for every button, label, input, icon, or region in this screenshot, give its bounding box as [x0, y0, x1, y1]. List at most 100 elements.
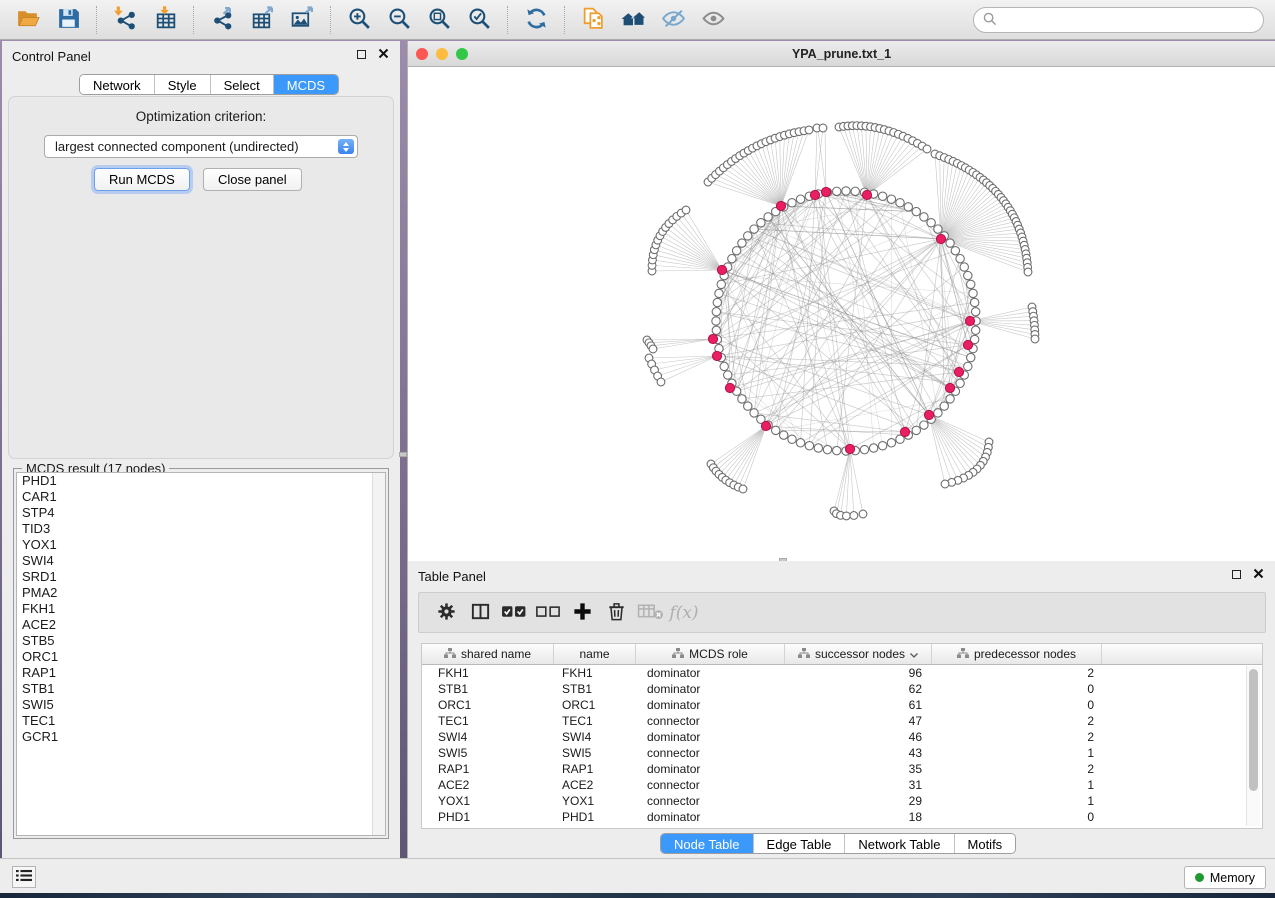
mcds-result-item[interactable]: GCR1 — [17, 729, 385, 745]
delete-table-button[interactable] — [633, 597, 667, 629]
tab-select[interactable]: Select — [210, 75, 273, 95]
delete-columns-button[interactable] — [599, 597, 633, 629]
tab-network[interactable]: Network — [80, 75, 154, 95]
hide-selected-button[interactable] — [657, 4, 689, 36]
task-history-button[interactable] — [12, 866, 36, 888]
open-session-button[interactable] — [12, 4, 44, 36]
table-row-SWI4[interactable]: SWI4SWI4dominator462 — [422, 729, 1262, 745]
import-network-button[interactable] — [109, 4, 141, 36]
function-builder-button[interactable]: f(x) — [667, 597, 701, 629]
table-row-YOX1[interactable]: YOX1YOX1connector291 — [422, 793, 1262, 809]
mcds-result-item[interactable]: YOX1 — [17, 537, 385, 553]
toolbar-separator — [507, 6, 508, 34]
select-all-rows-button[interactable] — [497, 597, 531, 629]
mcds-result-item[interactable]: CAR1 — [17, 489, 385, 505]
mcds-result-item[interactable]: PHD1 — [17, 473, 385, 489]
table-panel: Table Panel f(x) shared namenameMCDS rol… — [407, 561, 1275, 858]
shared-column-icon — [957, 647, 969, 661]
criterion-dropdown[interactable]: largest connected component (undirected) — [44, 135, 358, 158]
table-row-RAP1[interactable]: RAP1RAP1dominator352 — [422, 761, 1262, 777]
show-all-button[interactable] — [697, 4, 729, 36]
search-input[interactable] — [1003, 13, 1263, 28]
mcds-result-item[interactable]: STP4 — [17, 505, 385, 521]
show-columns-button[interactable] — [463, 597, 497, 629]
memory-button[interactable]: Memory — [1184, 866, 1266, 889]
table-row-SWI5[interactable]: SWI5SWI5connector431 — [422, 745, 1262, 761]
control-panel-tabbar: NetworkStyleSelectMCDS — [79, 74, 339, 95]
tab-style[interactable]: Style — [154, 75, 210, 95]
mcds-result-item[interactable]: RAP1 — [17, 665, 385, 681]
export-table-button[interactable] — [246, 4, 278, 36]
close-table-panel-button[interactable] — [1251, 567, 1265, 581]
network-canvas[interactable] — [408, 67, 1275, 561]
float-table-panel-button[interactable] — [1229, 567, 1243, 581]
refresh-button[interactable] — [520, 4, 552, 36]
tab-motifs[interactable]: Motifs — [954, 834, 1016, 854]
duplicate-network-icon — [581, 6, 606, 34]
mcds-result-item[interactable]: ORC1 — [17, 649, 385, 665]
dropdown-stepper-icon — [338, 139, 354, 154]
column-header-shared-name[interactable]: shared name — [422, 644, 554, 664]
close-mcds-panel-button[interactable]: Close panel — [203, 168, 302, 191]
mcds-result-item[interactable]: PMA2 — [17, 585, 385, 601]
table-panel-title: Table Panel — [418, 565, 1221, 584]
first-neighbors-button[interactable] — [617, 4, 649, 36]
mcds-result-item[interactable]: SRD1 — [17, 569, 385, 585]
add-column-button[interactable] — [565, 597, 599, 629]
mcds-result-list[interactable]: PHD1CAR1STP4TID3YOX1SWI4SRD1PMA2FKH1ACE2… — [16, 472, 386, 836]
export-image-button[interactable] — [286, 4, 318, 36]
mcds-result-item[interactable]: STB1 — [17, 681, 385, 697]
network-window: YPA_prune.txt_1 — [407, 41, 1275, 561]
plus-icon — [572, 601, 593, 625]
tab-mcds[interactable]: MCDS — [273, 75, 338, 95]
tab-edge-table[interactable]: Edge Table — [753, 834, 845, 854]
column-header-name[interactable]: name — [554, 644, 636, 664]
float-panel-button[interactable] — [354, 47, 368, 61]
eye-slash-icon — [661, 6, 686, 34]
zoom-out-button[interactable] — [383, 4, 415, 36]
columns-icon — [470, 601, 491, 625]
mcds-result-item[interactable]: TEC1 — [17, 713, 385, 729]
vertical-splitter-handle[interactable] — [399, 452, 407, 457]
table-scrollbar[interactable] — [1246, 666, 1260, 826]
network-window-titlebar[interactable]: YPA_prune.txt_1 — [408, 41, 1275, 67]
import-table-button[interactable] — [149, 4, 181, 36]
deselect-all-rows-button[interactable] — [531, 597, 565, 629]
mcds-result-item[interactable]: SWI5 — [17, 697, 385, 713]
tab-node-table[interactable]: Node Table — [661, 834, 753, 854]
column-header-successor-nodes[interactable]: successor nodes — [785, 644, 932, 664]
mcds-result-item[interactable]: STB5 — [17, 633, 385, 649]
import-network-icon — [113, 6, 138, 34]
mcds-result-item[interactable]: TID3 — [17, 521, 385, 537]
table-settings-button[interactable] — [429, 597, 463, 629]
export-network-button[interactable] — [206, 4, 238, 36]
zoom-selected-button[interactable] — [463, 4, 495, 36]
table-row-FKH1[interactable]: FKH1FKH1dominator962 — [422, 665, 1262, 681]
tab-network-table[interactable]: Network Table — [844, 834, 953, 854]
table-row-PHD1[interactable]: PHD1PHD1dominator180 — [422, 809, 1262, 825]
table-row-TEC1[interactable]: TEC1TEC1connector472 — [422, 713, 1262, 729]
close-icon — [378, 47, 389, 62]
zoom-fit-button[interactable] — [423, 4, 455, 36]
open-folder-icon — [16, 6, 41, 34]
run-mcds-button[interactable]: Run MCDS — [94, 168, 190, 191]
table-row-ACE2[interactable]: ACE2ACE2connector311 — [422, 777, 1262, 793]
mcds-result-item[interactable]: ACE2 — [17, 617, 385, 633]
column-header-predecessor-nodes[interactable]: predecessor nodes — [932, 644, 1102, 664]
table-row-ORC1[interactable]: ORC1ORC1dominator610 — [422, 697, 1262, 713]
zoom-in-button[interactable] — [343, 4, 375, 36]
duplicate-network-button[interactable] — [577, 4, 609, 36]
close-panel-button[interactable] — [376, 47, 390, 61]
mcds-result-item[interactable]: FKH1 — [17, 601, 385, 617]
mcds-result-item[interactable]: SWI4 — [17, 553, 385, 569]
float-icon — [1232, 570, 1241, 579]
checked-boxes-icon — [501, 603, 528, 623]
column-header-MCDS-role[interactable]: MCDS role — [636, 644, 785, 664]
mcds-list-scrollbar[interactable] — [372, 473, 385, 835]
trash-icon — [606, 601, 627, 625]
toolbar-separator — [96, 6, 97, 34]
zoom-in-icon — [347, 6, 372, 34]
table-row-STB1[interactable]: STB1STB1dominator620 — [422, 681, 1262, 697]
save-session-button[interactable] — [52, 4, 84, 36]
table-scrollbar-thumb[interactable] — [1249, 669, 1258, 791]
